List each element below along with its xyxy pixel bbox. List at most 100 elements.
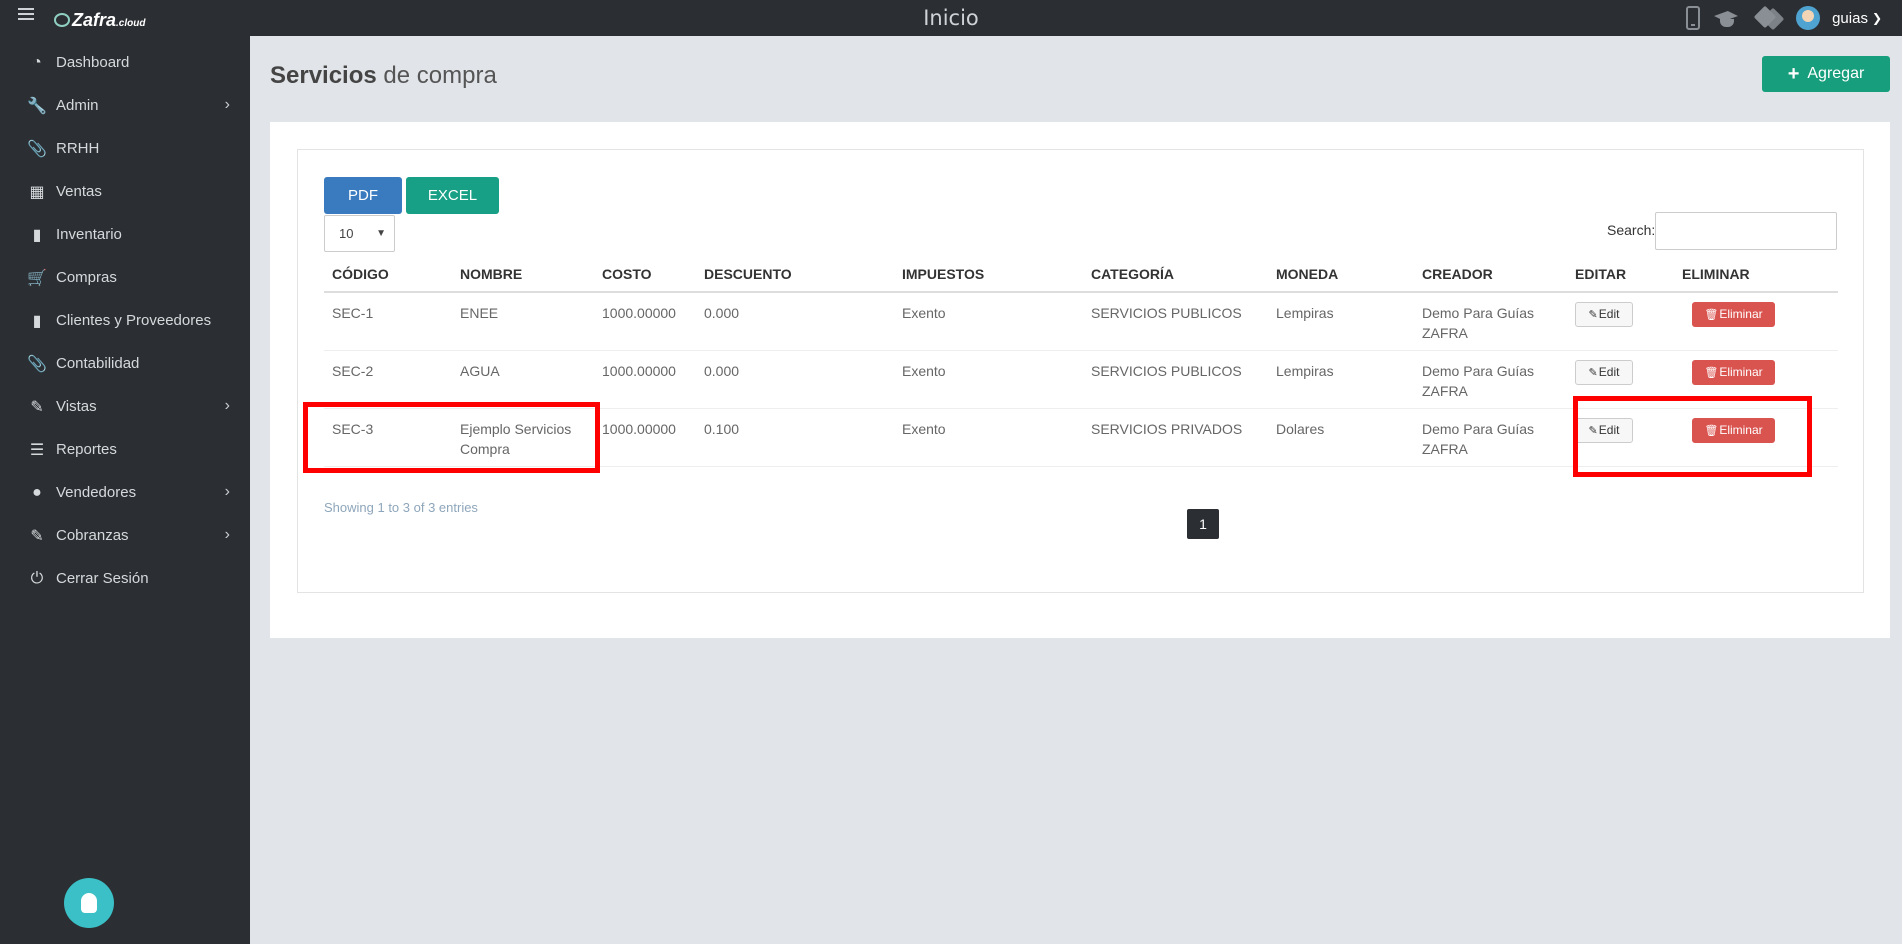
- cell-codigo: SEC-2: [324, 350, 452, 409]
- column-header[interactable]: EDITAR: [1567, 256, 1674, 293]
- column-header[interactable]: MONEDA: [1268, 256, 1414, 293]
- sidebar-item-label: Reportes: [56, 441, 117, 458]
- delete-button[interactable]: 🗑Eliminar: [1692, 302, 1775, 327]
- pencil-icon: ✎: [1588, 424, 1598, 437]
- edit-button[interactable]: ✎Edit: [1575, 359, 1633, 385]
- edit-button[interactable]: ✎Edit: [1575, 302, 1633, 327]
- column-header[interactable]: CATEGORÍA: [1083, 256, 1268, 293]
- sidebar-item-label: Clientes y Proveedores: [56, 312, 212, 329]
- chevron-right-icon: ›: [224, 96, 230, 113]
- column-header[interactable]: ELIMINAR: [1674, 256, 1838, 293]
- lightbulb-icon[interactable]: [64, 878, 114, 928]
- column-header[interactable]: IMPUESTOS: [894, 256, 1083, 293]
- trash-icon: 🗑: [1704, 424, 1719, 437]
- sidebar-item-contabilidad[interactable]: 📎 Contabilidad: [0, 342, 250, 385]
- sidebar-item-dashboard[interactable]: ◔ Dashboard: [0, 41, 250, 84]
- cell-creador: Demo Para Guías ZAFRA: [1414, 408, 1567, 467]
- sidebar-item-cobranzas[interactable]: ✎ Cobranzas ›: [0, 514, 250, 557]
- mobile-icon[interactable]: [1686, 6, 1701, 30]
- cell-categoria: SERVICIOS PRIVADOS: [1083, 408, 1268, 467]
- avatar[interactable]: [1796, 6, 1821, 30]
- cart-icon: 🛒: [27, 269, 47, 287]
- cell-editar: ✎Edit: [1567, 292, 1674, 351]
- sidebar-item-label: Vendedores: [56, 484, 137, 501]
- sidebar-item-label: Dashboard: [56, 54, 130, 71]
- sidebar-item-inventario[interactable]: ▮ Inventario: [0, 213, 250, 256]
- table-row: SEC-2 AGUA 1000.00000 0.000 Exento SERVI…: [324, 350, 1838, 409]
- sidebar-item-label: Compras: [56, 269, 117, 286]
- edit-icon: ✎: [30, 527, 44, 545]
- cell-codigo: SEC-3: [324, 408, 452, 467]
- chevron-down-icon[interactable]: ❯: [1872, 11, 1882, 25]
- cell-descuento: 0.100: [696, 408, 894, 467]
- sidebar-item-ventas[interactable]: ▦ Ventas: [0, 170, 250, 213]
- cell-nombre: Ejemplo Servicios Compra: [452, 408, 594, 467]
- column-header[interactable]: CREADOR: [1414, 256, 1567, 293]
- page-size-value: 10: [339, 226, 354, 241]
- sidebar: ◔ Dashboard 🔧 Admin › 📎 RRHH ▦ Ventas ▮ …: [0, 36, 250, 944]
- search-label: Search:: [1607, 222, 1656, 238]
- cell-impuestos: Exento: [894, 350, 1083, 409]
- entries-info: Showing 1 to 3 of 3 entries: [324, 500, 478, 515]
- user-name[interactable]: guias: [1832, 10, 1868, 27]
- sidebar-item-vendedores[interactable]: ● Vendedores ›: [0, 471, 250, 514]
- cell-eliminar: 🗑Eliminar: [1674, 292, 1838, 351]
- sidebar-item-clientes-proveedores[interactable]: ▮ Clientes y Proveedores: [0, 299, 250, 342]
- top-icons: guias ❯: [1686, 4, 1882, 32]
- cell-nombre: ENEE: [452, 292, 594, 351]
- sidebar-item-vistas[interactable]: ✎ Vistas ›: [0, 385, 250, 428]
- cell-moneda: Lempiras: [1268, 292, 1414, 351]
- column-header[interactable]: CÓDIGO: [324, 256, 452, 293]
- table-row: SEC-3 Ejemplo Servicios Compra 1000.0000…: [324, 408, 1838, 467]
- cell-creador: Demo Para Guías ZAFRA: [1414, 292, 1567, 351]
- page-size-select[interactable]: 10 ▼: [324, 215, 395, 252]
- tags-icon[interactable]: [1754, 6, 1784, 30]
- book-icon: ▮: [32, 312, 42, 330]
- cell-categoria: SERVICIOS PUBLICOS: [1083, 292, 1268, 351]
- sidebar-item-label: Cerrar Sesión: [56, 570, 149, 587]
- graduation-cap-icon[interactable]: [1712, 7, 1742, 29]
- sidebar-item-admin[interactable]: 🔧 Admin ›: [0, 84, 250, 127]
- column-header[interactable]: NOMBRE: [452, 256, 594, 293]
- page-header-title: Inicio: [923, 6, 979, 30]
- sidebar-item-label: Cobranzas: [56, 527, 129, 544]
- list-icon: ☰: [29, 441, 45, 459]
- cell-moneda: Dolares: [1268, 408, 1414, 467]
- page-title-strong: Servicios: [270, 62, 377, 89]
- cell-categoria: SERVICIOS PUBLICOS: [1083, 350, 1268, 409]
- cell-eliminar: 🗑Eliminar: [1674, 408, 1838, 467]
- book-icon: ▮: [32, 226, 42, 244]
- pdf-export-button[interactable]: PDF: [324, 177, 402, 214]
- edit-button[interactable]: ✎Edit: [1575, 417, 1633, 443]
- sidebar-item-compras[interactable]: 🛒 Compras: [0, 256, 250, 299]
- cell-moneda: Lempiras: [1268, 350, 1414, 409]
- add-button[interactable]: + Agregar: [1762, 56, 1890, 92]
- chevron-down-icon: ▼: [376, 228, 386, 239]
- trash-icon: 🗑: [1704, 309, 1719, 321]
- cell-impuestos: Exento: [894, 408, 1083, 467]
- delete-button[interactable]: 🗑Eliminar: [1692, 359, 1775, 385]
- pagination-page[interactable]: 1: [1187, 509, 1219, 539]
- chevron-right-icon: ›: [224, 526, 230, 543]
- sidebar-item-rrhh[interactable]: 📎 RRHH: [0, 127, 250, 170]
- cell-impuestos: Exento: [894, 292, 1083, 351]
- delete-button[interactable]: 🗑Eliminar: [1692, 417, 1775, 443]
- sidebar-item-reportes[interactable]: ☰ Reportes: [0, 428, 250, 471]
- power-icon: ⏻: [30, 569, 44, 587]
- edit-button-label: Edit: [1598, 307, 1620, 321]
- excel-export-button[interactable]: EXCEL: [406, 177, 499, 214]
- table-card: PDF EXCEL 10 ▼ Search: CÓDIGO NOMBRE COS…: [297, 149, 1864, 593]
- column-header[interactable]: DESCUENTO: [696, 256, 894, 293]
- sidebar-item-label: Ventas: [56, 183, 102, 200]
- edit-button-label: Edit: [1598, 422, 1620, 437]
- sidebar-item-cerrar-sesion[interactable]: ⏻ Cerrar Sesión: [0, 557, 250, 600]
- table-row: SEC-1 ENEE 1000.00000 0.000 Exento SERVI…: [324, 292, 1838, 351]
- cell-editar: ✎Edit: [1567, 408, 1674, 467]
- plus-icon: +: [1787, 62, 1800, 85]
- search-input[interactable]: [1655, 212, 1837, 250]
- cell-descuento: 0.000: [696, 350, 894, 409]
- cell-costo: 1000.00000: [594, 292, 696, 351]
- cell-editar: ✎Edit: [1567, 350, 1674, 409]
- column-header[interactable]: COSTO: [594, 256, 696, 293]
- cell-eliminar: 🗑Eliminar: [1674, 350, 1838, 409]
